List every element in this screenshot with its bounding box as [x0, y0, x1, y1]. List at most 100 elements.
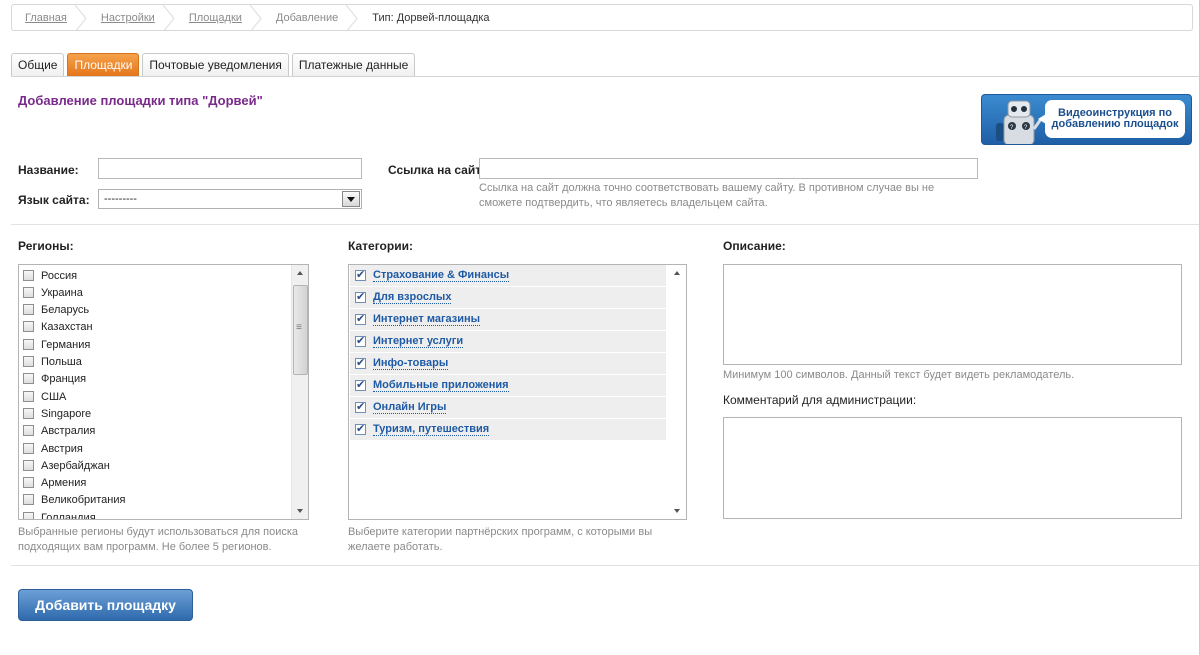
tab-sites[interactable]: Площадки: [67, 53, 140, 76]
region-item[interactable]: Россия: [23, 267, 77, 284]
region-checkbox[interactable]: [23, 287, 34, 298]
category-item[interactable]: Онлайн Игры: [350, 397, 666, 419]
category-label[interactable]: Туризм, путешествия: [373, 423, 490, 436]
url-input[interactable]: [479, 158, 978, 179]
video-instruction-banner[interactable]: ?? Видеоинструкция по добавлению площадо…: [981, 94, 1192, 145]
region-checkbox[interactable]: [23, 339, 34, 350]
section-divider: [11, 565, 1200, 566]
category-label[interactable]: Интернет услуги: [373, 335, 464, 348]
categories-scrollbar[interactable]: [669, 265, 686, 519]
regions-list[interactable]: Россия Украина Беларусь Казахстан Герман…: [18, 264, 309, 520]
category-item[interactable]: Мобильные приложения: [350, 375, 666, 397]
region-checkbox[interactable]: [23, 477, 34, 488]
region-label: Казахстан: [41, 320, 93, 333]
region-checkbox[interactable]: [23, 425, 34, 436]
add-site-button[interactable]: Добавить площадку: [18, 589, 193, 621]
category-label[interactable]: Для взрослых: [373, 291, 452, 304]
regions-scrollbar[interactable]: [291, 265, 308, 519]
name-input[interactable]: [98, 158, 362, 179]
admin-comment-label: Комментарий для администрации:: [723, 393, 917, 407]
region-checkbox[interactable]: [23, 304, 34, 315]
region-item[interactable]: Голландия: [23, 509, 96, 520]
breadcrumb-sites[interactable]: Площадки: [175, 5, 262, 30]
scrollbar-thumb[interactable]: [293, 285, 308, 375]
category-checkbox[interactable]: [355, 312, 366, 325]
category-item[interactable]: Туризм, путешествия: [350, 419, 666, 441]
region-label: Голландия: [41, 511, 96, 520]
region-item[interactable]: Армения: [23, 474, 86, 491]
region-label: Австралия: [41, 424, 96, 437]
region-checkbox[interactable]: [23, 321, 34, 332]
admin-comment-textarea[interactable]: [723, 417, 1182, 519]
region-checkbox[interactable]: [23, 270, 34, 281]
description-textarea[interactable]: [723, 264, 1182, 365]
category-checkbox[interactable]: [355, 422, 366, 435]
category-label[interactable]: Онлайн Игры: [373, 401, 447, 414]
scroll-up-icon[interactable]: [669, 265, 685, 281]
scroll-down-icon[interactable]: [669, 503, 685, 519]
region-label: Великобритания: [41, 493, 126, 506]
category-checkbox[interactable]: [355, 268, 366, 281]
categories-list[interactable]: Страхование & Финансы Для взрослых Интер…: [348, 264, 687, 520]
breadcrumb-settings[interactable]: Настройки: [87, 5, 175, 30]
region-item[interactable]: Беларусь: [23, 301, 89, 318]
region-item[interactable]: Азербайджан: [23, 457, 110, 474]
breadcrumb-separator-icon: [74, 5, 87, 30]
region-item[interactable]: Украина: [23, 284, 83, 301]
category-checkbox[interactable]: [355, 378, 366, 391]
scroll-up-icon[interactable]: [292, 265, 308, 281]
tab-email-notifications[interactable]: Почтовые уведомления: [142, 53, 289, 76]
region-checkbox[interactable]: [23, 373, 34, 384]
tab-bar: Общие Площадки Почтовые уведомления Плат…: [11, 53, 418, 76]
category-item[interactable]: Интернет услуги: [350, 331, 666, 353]
tabs-divider: [11, 76, 1200, 77]
breadcrumb-sites-label[interactable]: Площадки: [189, 12, 242, 24]
breadcrumb-separator-icon: [162, 5, 175, 30]
region-checkbox[interactable]: [23, 408, 34, 419]
description-title: Описание:: [723, 239, 786, 253]
video-instruction-label[interactable]: Видеоинструкция по добавлению площадок: [1038, 100, 1185, 138]
breadcrumb-settings-label[interactable]: Настройки: [101, 12, 155, 24]
category-item[interactable]: Инфо-товары: [350, 353, 666, 375]
region-item[interactable]: Великобритания: [23, 491, 125, 508]
category-item[interactable]: Для взрослых: [350, 287, 666, 309]
region-item[interactable]: Польша: [23, 353, 82, 370]
category-label[interactable]: Страхование & Финансы: [373, 269, 510, 282]
category-checkbox[interactable]: [355, 334, 366, 347]
language-select-value: ---------: [104, 193, 137, 205]
region-label: Азербайджан: [41, 459, 110, 472]
category-checkbox[interactable]: [355, 400, 366, 413]
scroll-down-icon[interactable]: [292, 503, 308, 519]
region-item[interactable]: США: [23, 388, 66, 405]
category-item[interactable]: Страхование & Финансы: [350, 265, 666, 287]
robot-icon: ??: [996, 100, 1042, 144]
region-checkbox[interactable]: [23, 391, 34, 402]
category-item[interactable]: Интернет магазины: [350, 309, 666, 331]
breadcrumb-home-label[interactable]: Главная: [25, 12, 67, 24]
region-label: Германия: [41, 338, 91, 351]
region-checkbox[interactable]: [23, 443, 34, 454]
region-item[interactable]: Австралия: [23, 422, 95, 439]
region-checkbox[interactable]: [23, 356, 34, 367]
category-label[interactable]: Инфо-товары: [373, 357, 449, 370]
region-checkbox[interactable]: [23, 460, 34, 471]
language-select[interactable]: ---------: [98, 189, 362, 209]
region-item[interactable]: Казахстан: [23, 318, 93, 335]
region-checkbox[interactable]: [23, 512, 34, 519]
url-label: Ссылка на сайт:: [388, 163, 486, 177]
name-label: Название:: [18, 163, 79, 177]
breadcrumb-home[interactable]: Главная: [12, 5, 87, 30]
region-item[interactable]: Австрия: [23, 440, 83, 457]
chevron-down-icon[interactable]: [342, 191, 360, 207]
region-item[interactable]: Франция: [23, 370, 86, 387]
category-checkbox[interactable]: [355, 356, 366, 369]
category-label[interactable]: Мобильные приложения: [373, 379, 509, 392]
category-label[interactable]: Интернет магазины: [373, 313, 481, 326]
tab-general[interactable]: Общие: [11, 53, 65, 76]
region-item[interactable]: Германия: [23, 336, 90, 353]
region-label: Армения: [41, 476, 87, 489]
category-checkbox[interactable]: [355, 290, 366, 303]
region-item[interactable]: Singapore: [23, 405, 91, 422]
tab-payment-details[interactable]: Платежные данные: [291, 53, 416, 76]
region-checkbox[interactable]: [23, 494, 34, 505]
